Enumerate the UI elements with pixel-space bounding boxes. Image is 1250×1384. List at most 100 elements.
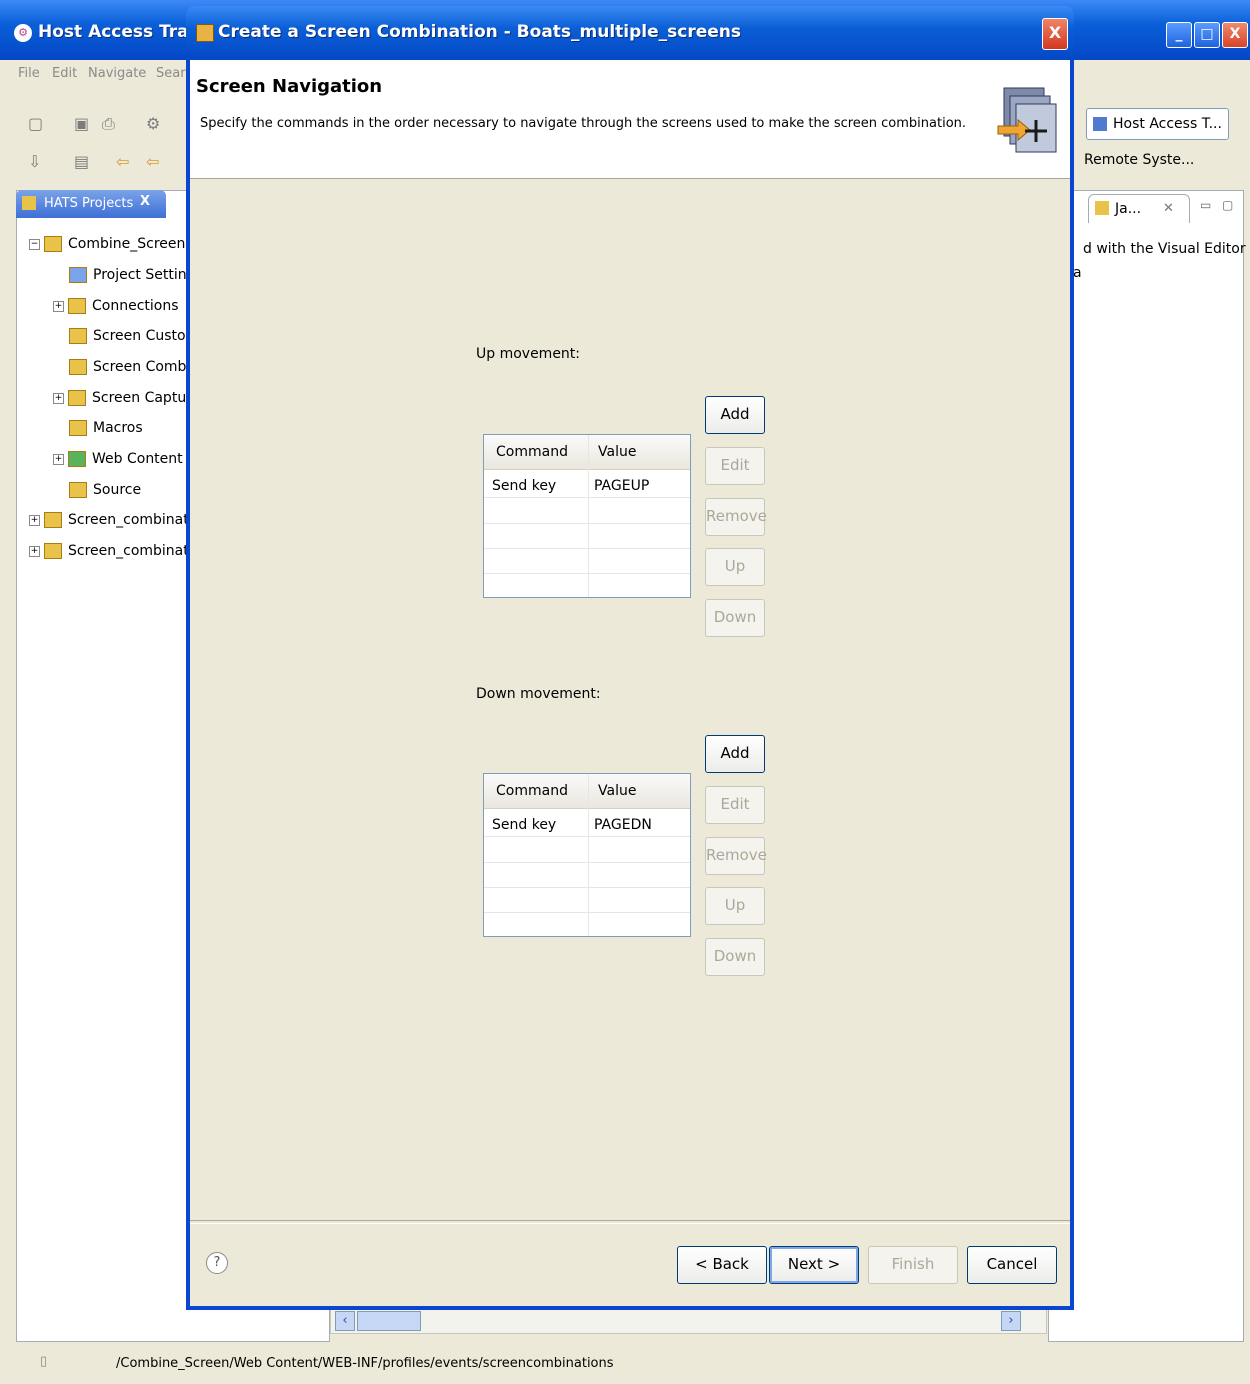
down-up-button[interactable]: Up (705, 887, 765, 925)
tree-item[interactable]: − Combine_Screen (29, 229, 185, 259)
print-icon[interactable]: ⎙ (102, 114, 115, 134)
save-icon[interactable]: ▣ (74, 114, 89, 133)
row-divider (484, 887, 690, 888)
row-divider (484, 573, 690, 574)
maximize-view-icon[interactable]: ▢ (1222, 198, 1233, 212)
status-path: /Combine_Screen/Web Content/WEB-INF/prof… (116, 1356, 614, 1371)
column-header-value[interactable]: Value (598, 774, 636, 808)
up-add-button[interactable]: Add (705, 396, 765, 434)
menu-navigate[interactable]: Navigate (88, 66, 146, 81)
menu-file[interactable]: File (18, 66, 40, 81)
main-close-button[interactable]: X (1222, 22, 1248, 48)
expand-icon[interactable]: + (53, 392, 64, 404)
expand-icon[interactable]: + (29, 545, 40, 557)
footer-separator (190, 1220, 1070, 1224)
status-icon: ▯ (40, 1354, 48, 1369)
right-panel-text-2: a (1073, 265, 1082, 281)
tab-label: Ja... (1115, 201, 1142, 217)
next-button[interactable]: Next > (769, 1246, 859, 1284)
up-up-button[interactable]: Up (705, 548, 765, 586)
folder-icon (69, 482, 87, 498)
expand-icon[interactable]: + (53, 453, 64, 465)
cancel-button[interactable]: Cancel (967, 1246, 1057, 1284)
tree-item[interactable]: + Screen Capture (53, 383, 200, 413)
annotation-icon[interactable]: ▤ (74, 152, 89, 171)
column-header-value[interactable]: Value (598, 435, 636, 469)
dialog-body (190, 60, 1070, 1306)
projects-icon (22, 196, 36, 210)
minimize-button[interactable]: _ (1166, 22, 1192, 48)
status-bar: ▯ /Combine_Screen/Web Content/WEB-INF/pr… (0, 1346, 1250, 1384)
forward-nav-icon[interactable]: ⇦ (146, 152, 159, 171)
expand-icon[interactable]: + (29, 514, 40, 526)
folder-icon (68, 390, 86, 406)
host-access-perspective-button[interactable]: Host Access T... (1086, 108, 1229, 140)
down-add-button[interactable]: Add (705, 735, 765, 773)
down-movement-table[interactable]: Command Value Send key PAGEDN (483, 773, 691, 937)
tree-item[interactable]: + Screen_combination (29, 536, 210, 566)
down-edit-button[interactable]: Edit (705, 786, 765, 824)
up-cell-command[interactable]: Send key (492, 473, 556, 499)
down-cell-value[interactable]: PAGEDN (594, 812, 652, 838)
dialog-title: Create a Screen Combination - Boats_mult… (218, 22, 742, 42)
project-icon (44, 236, 62, 252)
down-remove-button[interactable]: Remove (705, 837, 767, 875)
remote-system-perspective[interactable]: Remote Syste... (1084, 152, 1194, 168)
up-cell-value[interactable]: PAGEUP (594, 473, 649, 499)
tree-item[interactable]: + Screen_combination (29, 505, 210, 535)
up-edit-button[interactable]: Edit (705, 447, 765, 485)
tab-hats-projects[interactable]: HATS Projects X (16, 190, 166, 218)
project-icon (44, 512, 62, 528)
collapse-icon[interactable]: − (29, 238, 40, 250)
up-down-button[interactable]: Down (705, 599, 765, 637)
run-icon[interactable]: ⚙ (146, 114, 160, 133)
help-icon[interactable]: ? (206, 1252, 228, 1274)
minimize-view-icon[interactable]: ▭ (1200, 198, 1211, 212)
scroll-left-icon[interactable]: ‹ (335, 1311, 355, 1331)
tree-item[interactable]: + Web Content (53, 444, 183, 474)
row-divider (484, 497, 690, 498)
tree-item[interactable]: Screen Customi (69, 321, 203, 351)
row-divider (484, 836, 690, 837)
row-divider (484, 912, 690, 913)
column-header-command[interactable]: Command (496, 774, 568, 808)
tree-item[interactable]: Source (69, 475, 141, 505)
project-icon (44, 543, 62, 559)
nav-icon[interactable]: ⇩ (28, 152, 41, 171)
horizontal-scrollbar[interactable]: ‹ › (330, 1308, 1047, 1334)
new-icon[interactable]: ▢ (28, 114, 43, 133)
tree-item[interactable]: Macros (69, 413, 143, 443)
expand-icon[interactable]: + (53, 300, 64, 312)
app-icon: ⚙ (14, 24, 32, 42)
back-button[interactable]: < Back (677, 1246, 767, 1284)
right-panel-text: d with the Visual Editor for (1083, 241, 1250, 257)
down-down-button[interactable]: Down (705, 938, 765, 976)
close-tab-icon[interactable]: X (140, 194, 150, 209)
globe-folder-icon (68, 451, 86, 467)
row-divider (484, 862, 690, 863)
dialog-close-button[interactable]: X (1042, 18, 1068, 50)
page-title: Screen Navigation (196, 76, 383, 97)
tab-java[interactable]: Ja... ✕ (1088, 194, 1190, 223)
up-movement-table[interactable]: Command Value Send key PAGEUP (483, 434, 691, 598)
menu-edit[interactable]: Edit (52, 66, 77, 81)
finish-button[interactable]: Finish (868, 1246, 958, 1284)
right-panel: d with the Visual Editor for a (1048, 190, 1250, 1342)
up-movement-label: Up movement: (476, 346, 581, 362)
up-remove-button[interactable]: Remove (705, 498, 767, 536)
folder-icon (69, 359, 87, 375)
folder-icon (69, 420, 87, 436)
down-cell-command[interactable]: Send key (492, 812, 556, 838)
down-movement-label: Down movement: (476, 686, 601, 702)
close-tab-icon[interactable]: ✕ (1163, 201, 1174, 216)
tab-label: HATS Projects (44, 196, 134, 211)
column-header-command[interactable]: Command (496, 435, 568, 469)
tree-item[interactable]: Project Settings (69, 260, 203, 290)
tree-item[interactable]: + Connections (53, 291, 179, 321)
scroll-thumb[interactable] (357, 1311, 421, 1331)
back-nav-icon[interactable]: ⇦ (116, 152, 129, 171)
scroll-right-icon[interactable]: › (1001, 1311, 1021, 1331)
java-icon (1095, 201, 1109, 215)
maximize-button[interactable]: □ (1194, 22, 1220, 48)
wizard-icon (196, 24, 214, 42)
